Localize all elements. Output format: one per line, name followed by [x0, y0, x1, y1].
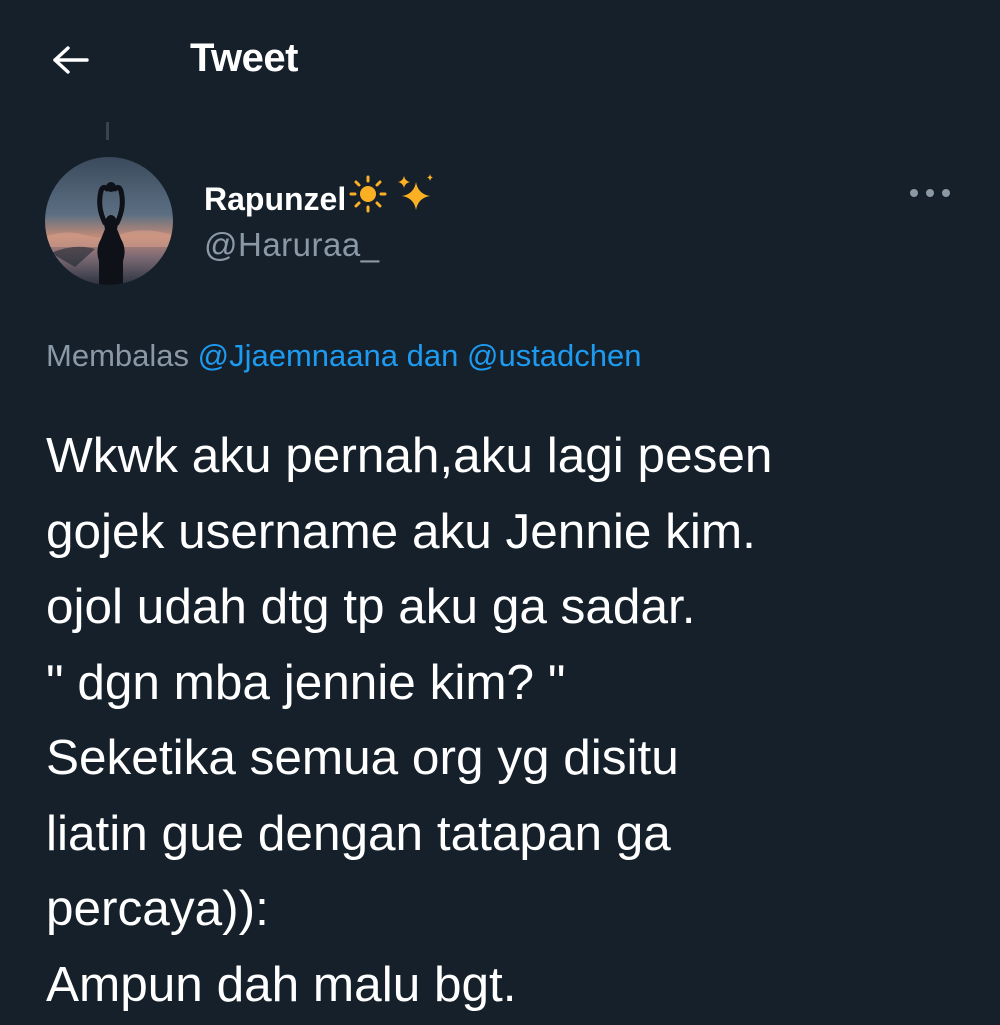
- tweet-text-line: Ampun dah malu bgt.: [46, 956, 517, 1012]
- tweet-text-line: ojol udah dtg tp aku ga sadar.: [46, 579, 696, 634]
- reply-prefix: Membalas: [46, 338, 189, 373]
- tweet-text-line: Wkwk aku pernah,aku lagi pesen: [46, 428, 773, 483]
- page-title: Tweet: [190, 36, 298, 80]
- tweet-text-line: Seketika semua org yg disitu: [46, 730, 679, 785]
- author-handle[interactable]: @Haruraa_: [204, 225, 380, 265]
- top-bar: Tweet: [0, 0, 1000, 115]
- author-name-text: Rapunzel: [204, 180, 347, 217]
- sun-emoji-icon: [348, 174, 392, 223]
- tweet-text-line: liatin gue dengan tatapan ga: [46, 805, 671, 861]
- arrow-left-icon: [53, 46, 89, 74]
- reply-joiner: dan: [406, 338, 459, 373]
- sparkles-emoji-icon: [394, 172, 438, 225]
- reply-context: Membalas @Jjaemnaana dan @ustadchen: [46, 336, 642, 376]
- tweet-text-line: " dgn mba jennie kim? ": [46, 654, 566, 710]
- more-options-button[interactable]: [905, 175, 955, 211]
- mention-link-ustadchen[interactable]: @ustadchen: [467, 338, 642, 373]
- back-button[interactable]: [40, 30, 100, 90]
- more-horizontal-icon: [910, 189, 950, 197]
- thread-connector-line: [106, 122, 109, 140]
- tweet-text-line: percaya)):: [46, 881, 269, 936]
- author-display-name[interactable]: Rapunzel: [204, 172, 438, 225]
- mention-link-jjaemnaana[interactable]: @Jjaemnaana: [198, 338, 398, 373]
- tweet-text-line: gojek username aku Jennie kim.: [46, 503, 756, 559]
- avatar-silhouette: [45, 157, 173, 285]
- avatar[interactable]: [45, 157, 173, 285]
- tweet-text: Wkwk aku pernah,aku lagi pesen gojek use…: [46, 418, 986, 1022]
